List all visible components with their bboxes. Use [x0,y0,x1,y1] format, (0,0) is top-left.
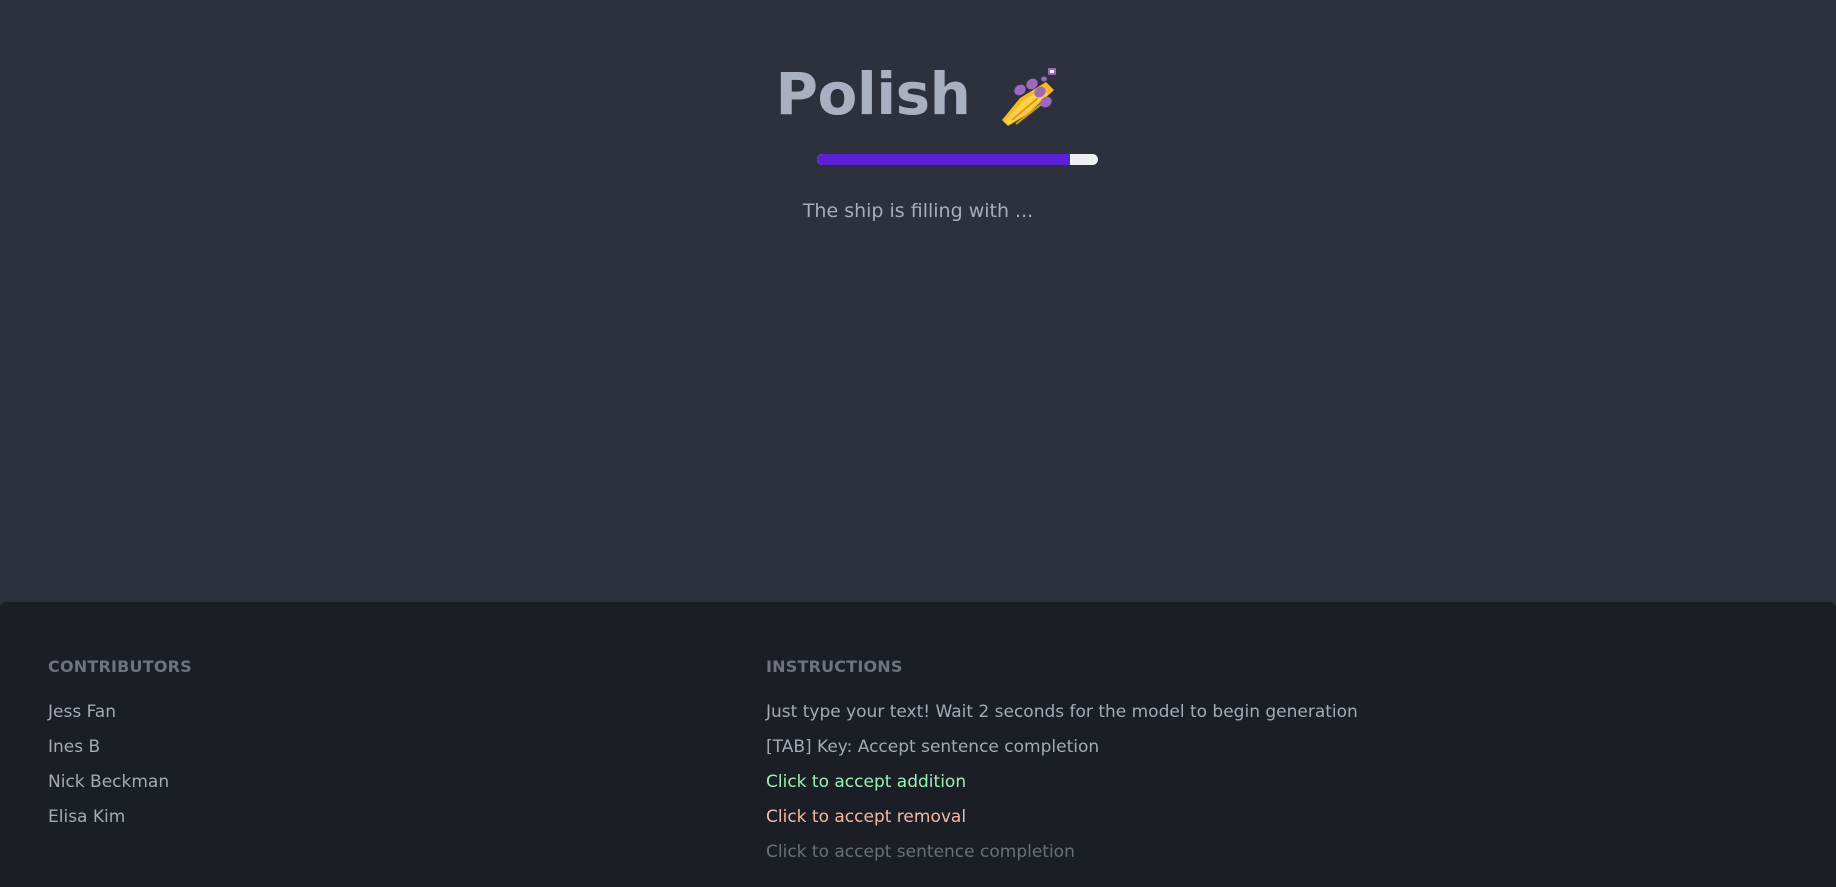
instruction-typing: Just type your text! Wait 2 seconds for … [766,702,1358,722]
instructions-heading: INSTRUCTIONS [766,657,903,676]
status-text: The ship is filling with ... [802,200,1034,222]
instruction-tab-key: [TAB] Key: Accept sentence completion [766,737,1100,757]
instructions-list: Just type your text! Wait 2 seconds for … [766,695,1358,870]
contributors-list: Jess Fan Ines B Nick Beckman Elisa Kim [48,695,192,835]
instruction-accept-completion: Click to accept sentence completion [766,842,1075,862]
instruction-accept-removal: Click to accept removal [766,807,967,827]
instruction-accept-addition: Click to accept addition [766,772,967,792]
instructions-section: INSTRUCTIONS Just type your text! Wait 2… [766,655,1358,870]
contributors-heading: CONTRIBUTORS [48,657,192,676]
nail-polish-icon [998,62,1060,126]
progress-bar [817,154,1098,165]
contributor-name: Ines B [48,737,101,757]
footer: CONTRIBUTORS Jess Fan Ines B Nick Beckma… [0,602,1836,887]
progress-fill [817,154,1070,165]
contributor-name: Elisa Kim [48,807,126,827]
page-title: Polish [775,60,971,128]
contributors-section: CONTRIBUTORS Jess Fan Ines B Nick Beckma… [48,655,192,835]
title-row: Polish [0,62,1836,126]
main-area: Polish The ship is filling with ... [0,0,1836,602]
contributor-name: Nick Beckman [48,772,170,792]
contributor-name: Jess Fan [48,702,116,722]
